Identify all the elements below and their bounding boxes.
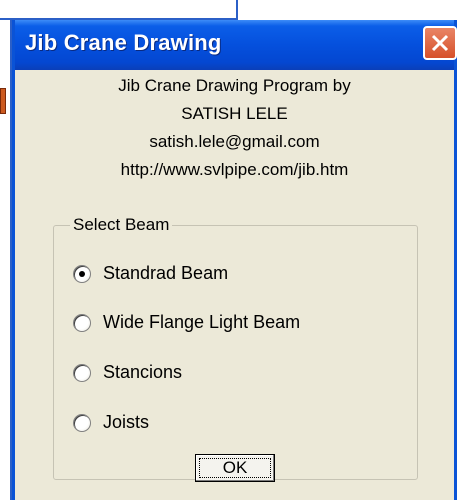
select-beam-legend: Select Beam: [70, 215, 173, 235]
ok-button-label: OK: [222, 458, 248, 477]
radio-label[interactable]: Standrad Beam: [103, 263, 228, 284]
close-icon: [431, 34, 449, 52]
radio-button[interactable]: [73, 314, 91, 332]
radio-button-checked[interactable]: [73, 265, 91, 283]
radio-label[interactable]: Wide Flange Light Beam: [103, 312, 300, 333]
background-window-edge: [0, 0, 238, 20]
background-window-left: [0, 20, 12, 500]
author-website: http://www.svlpipe.com/jib.htm: [120, 160, 349, 179]
window-title: Jib Crane Drawing: [25, 30, 222, 55]
title-bar[interactable]: Jib Crane Drawing: [15, 20, 457, 70]
program-credit: Jib Crane Drawing Program by: [118, 76, 351, 95]
author-email: satish.lele@gmail.com: [149, 132, 320, 151]
author-name: SATISH LELE: [181, 104, 288, 123]
close-button[interactable]: [423, 26, 457, 60]
radio-label[interactable]: Stancions: [103, 362, 182, 383]
ok-button[interactable]: OK: [195, 454, 275, 482]
radio-dot-icon: [79, 271, 85, 277]
radio-button[interactable]: [73, 414, 91, 432]
dialog-content: Jib Crane Drawing Program by SATISH LELE…: [15, 70, 454, 500]
radio-label[interactable]: Joists: [103, 412, 149, 433]
jib-crane-dialog: Jib Crane Drawing Jib Crane Drawing Prog…: [12, 20, 457, 500]
background-window-marker: [0, 88, 6, 114]
radio-button[interactable]: [73, 364, 91, 382]
